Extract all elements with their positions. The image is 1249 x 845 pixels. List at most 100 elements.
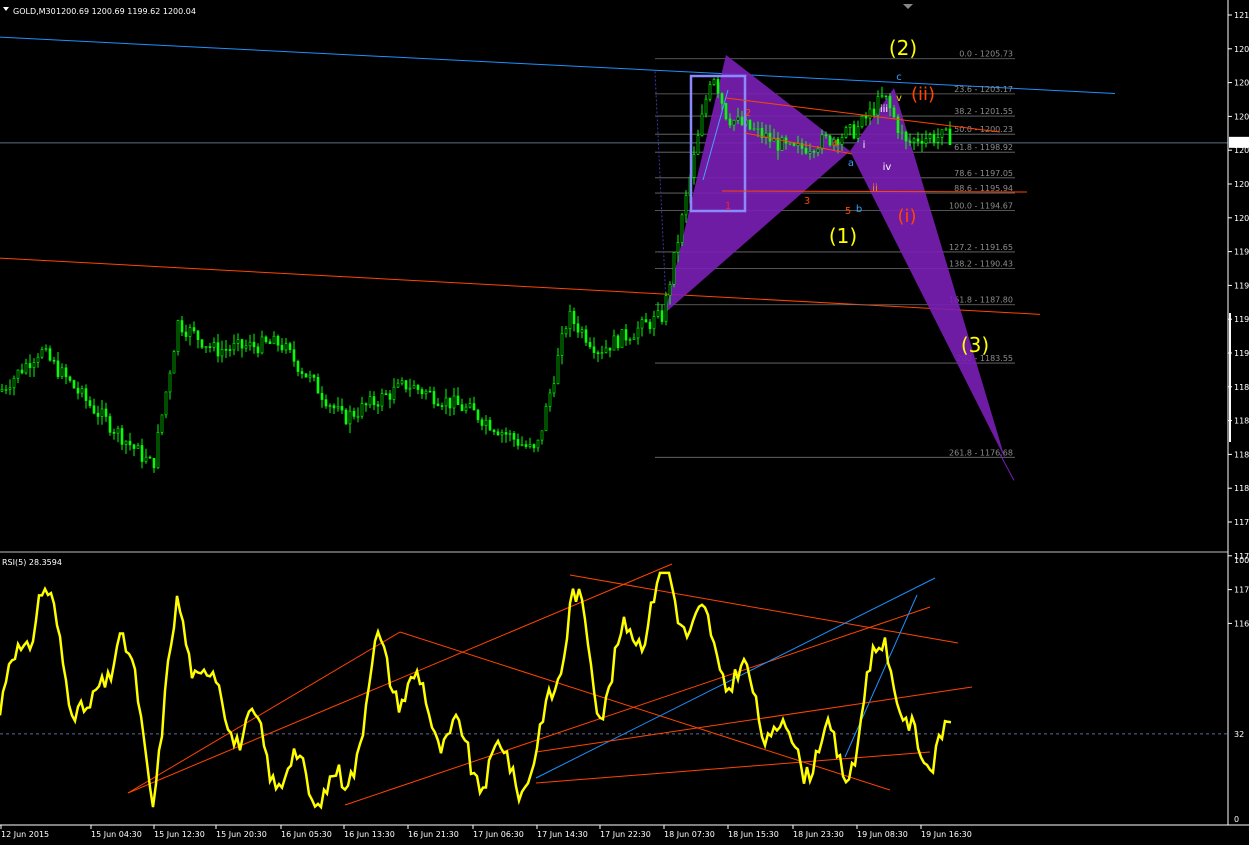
price-tick-label: 120 xyxy=(1234,180,1249,189)
candle-body xyxy=(348,410,352,425)
candle-body xyxy=(524,444,528,447)
candle-body xyxy=(380,393,384,407)
candle-body xyxy=(92,405,96,414)
candle-body xyxy=(488,419,492,431)
candle-body xyxy=(656,310,660,317)
candle-body xyxy=(604,347,608,353)
fib-level-label: 78.6 - 1197.05 xyxy=(954,169,1013,178)
time-tick-label: 19 Jun 16:30 xyxy=(921,830,972,839)
candle-body xyxy=(852,124,856,139)
rsi-scale-label: 100 xyxy=(1234,556,1249,565)
candle-body xyxy=(460,404,464,411)
candle-body xyxy=(444,397,448,407)
candle-body xyxy=(748,119,752,130)
candle-body xyxy=(340,405,344,411)
ohlc-readout: 1200.69 1200.69 1199.62 1200.04 xyxy=(56,7,196,16)
price-tick-label: 118 xyxy=(1234,484,1249,493)
candle-body xyxy=(124,440,128,445)
candle-body xyxy=(672,252,676,285)
wave-label-corrective: b xyxy=(856,204,862,215)
candle-body xyxy=(464,406,468,411)
candle-body xyxy=(552,383,556,394)
price-tick-label: 120 xyxy=(1234,79,1249,88)
wave-label-major: (3) xyxy=(961,333,989,357)
candle-body xyxy=(828,135,832,146)
candle-body xyxy=(48,348,52,361)
candle-body xyxy=(452,395,456,409)
candle-body xyxy=(236,339,240,344)
candle-body xyxy=(664,295,668,322)
candle-body xyxy=(244,345,248,349)
candle-body xyxy=(732,119,736,126)
candle-body xyxy=(392,386,396,400)
candle-body xyxy=(816,148,820,153)
candle-body xyxy=(316,377,320,394)
candle-body xyxy=(860,115,864,128)
candle-body xyxy=(352,410,356,417)
price-tick-label: 119 xyxy=(1234,281,1249,290)
time-tick-label: 17 Jun 22:30 xyxy=(600,830,651,839)
candle-body xyxy=(384,393,388,396)
candle-body xyxy=(572,310,576,325)
candle-body xyxy=(440,405,444,407)
wave-label-sub: ii xyxy=(872,183,878,194)
candle-body xyxy=(872,108,876,116)
candle-body xyxy=(532,444,536,449)
candle-body xyxy=(12,377,16,389)
wave-label-corrective: c xyxy=(896,72,902,83)
candle-body xyxy=(220,349,224,357)
candle-body xyxy=(120,428,124,445)
candle-body xyxy=(700,113,704,136)
price-tick-label: 117 xyxy=(1234,518,1249,527)
candle-body xyxy=(904,131,908,142)
candle-body xyxy=(320,392,324,400)
price-tick-label: 121 xyxy=(1234,11,1249,20)
candle-body xyxy=(228,349,232,351)
wave-label-impulse: 1 xyxy=(725,201,731,212)
candle-body xyxy=(408,387,412,390)
candle-body xyxy=(576,323,580,333)
candle-body xyxy=(644,319,648,323)
candle-body xyxy=(480,419,484,426)
candle-body xyxy=(900,131,904,134)
candle-body xyxy=(68,376,72,381)
candle-body xyxy=(916,138,920,142)
candle-body xyxy=(132,444,136,449)
candle-body xyxy=(928,134,932,139)
candle-body xyxy=(500,432,504,436)
candle-body xyxy=(616,335,620,349)
candle-body xyxy=(8,387,12,390)
candle-body xyxy=(428,390,432,393)
candle-body xyxy=(264,336,268,343)
candle-body xyxy=(456,395,460,406)
rsi-scale-label: 0 xyxy=(1234,815,1239,824)
candle-body xyxy=(404,380,408,390)
candle-body xyxy=(648,321,652,330)
candle-body xyxy=(372,396,376,406)
candle-body xyxy=(60,367,64,378)
candle-body xyxy=(588,342,592,348)
fib-level-label: 127.2 - 1191.65 xyxy=(949,243,1013,252)
candle-body xyxy=(520,444,524,446)
candle-body xyxy=(840,137,844,145)
candle-body xyxy=(292,349,296,362)
candle-body xyxy=(908,140,912,143)
trading-chart[interactable]: 0.0 - 1205.73 23.6 - 1203.17 38.2 - 1201.5… xyxy=(0,0,1249,845)
candle-body xyxy=(484,419,488,426)
price-tick-label: 118 xyxy=(1234,383,1249,392)
candle-body xyxy=(508,433,512,435)
candle-body xyxy=(164,391,168,416)
price-tick-label: 119 xyxy=(1234,349,1249,358)
candle-body xyxy=(792,142,796,146)
candle-body xyxy=(148,456,152,459)
current-price-label: 120 xyxy=(1233,139,1248,148)
candle-body xyxy=(708,84,712,100)
candle-body xyxy=(948,128,952,146)
candle-body xyxy=(804,148,808,154)
candle-body xyxy=(720,93,724,104)
candle-body xyxy=(608,347,612,351)
candle-body xyxy=(112,432,116,434)
candle-body xyxy=(28,363,32,369)
candle-body xyxy=(20,369,24,374)
time-tick-label: 17 Jun 14:30 xyxy=(537,830,588,839)
